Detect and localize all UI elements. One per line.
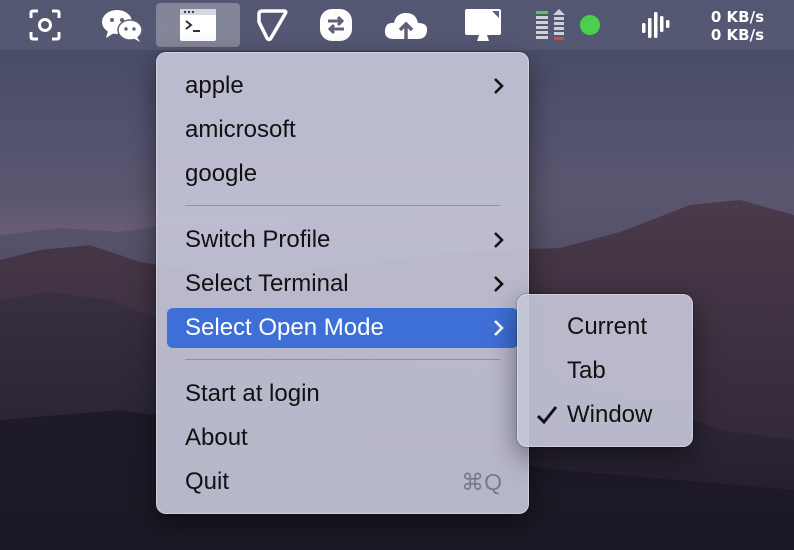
menu-item-start-at-login[interactable]: Start at login [167,376,518,412]
menu-item-label: Start at login [185,380,320,407]
menu-item-label: google [185,160,258,187]
menu-item-label: amicrosoft [185,116,296,143]
dropdown-menu: apple amicrosoft google Switch Profile S… [156,52,529,514]
submenu-item-tab[interactable]: Tab [528,353,682,389]
connect-icon[interactable] [316,0,356,50]
submenu-item-label: Tab [567,357,606,384]
submenu-item-label: Window [567,401,653,428]
submenu-item-label: Current [567,313,648,340]
menu-item-google[interactable]: google [167,156,518,192]
status-dot-icon [578,0,602,50]
screenshot-icon[interactable] [24,0,66,50]
chevron-right-icon [494,78,504,94]
menu-item-select-open-mode[interactable]: Select Open Mode [167,308,518,348]
open-mode-submenu: Current Tab Window [517,294,693,447]
menu-item-label: Select Terminal [185,270,349,297]
menu-item-apple[interactable]: apple [167,68,518,104]
menu-item-label: Switch Profile [185,226,331,253]
stats-icon[interactable] [530,0,574,50]
menu-item-quit[interactable]: Quit ⌘Q [167,464,518,500]
net-upload-speed: 0 KB/s [710,8,764,26]
menu-separator [185,359,500,360]
menu-item-label: About [185,424,248,451]
checkmark-icon [536,406,558,425]
menu-item-label: Select Open Mode [185,314,384,341]
display-icon[interactable] [460,0,506,50]
menu-bar: 0 KB/s 0 KB/s [0,0,794,50]
shortcut-app-icon[interactable] [252,0,292,50]
wechat-icon[interactable] [98,0,146,50]
menu-item-label: apple [185,72,244,99]
menu-item-about[interactable]: About [167,420,518,456]
cloud-upload-icon[interactable] [380,0,432,50]
terminal-icon[interactable] [156,3,240,47]
audio-levels-icon[interactable] [636,0,676,50]
chevron-right-icon [494,320,504,336]
menu-separator [185,205,500,206]
chevron-right-icon [494,276,504,292]
menu-item-label: Quit [185,468,230,495]
keyboard-shortcut: ⌘Q [461,468,502,495]
menu-item-select-terminal[interactable]: Select Terminal [167,266,518,302]
network-speed[interactable]: 0 KB/s 0 KB/s [711,8,764,44]
submenu-item-window[interactable]: Window [528,397,682,433]
submenu-item-current[interactable]: Current [528,309,682,345]
net-download-speed: 0 KB/s [710,26,764,44]
menu-item-switch-profile[interactable]: Switch Profile [167,222,518,258]
menu-item-amicrosoft[interactable]: amicrosoft [167,112,518,148]
chevron-right-icon [494,232,504,248]
